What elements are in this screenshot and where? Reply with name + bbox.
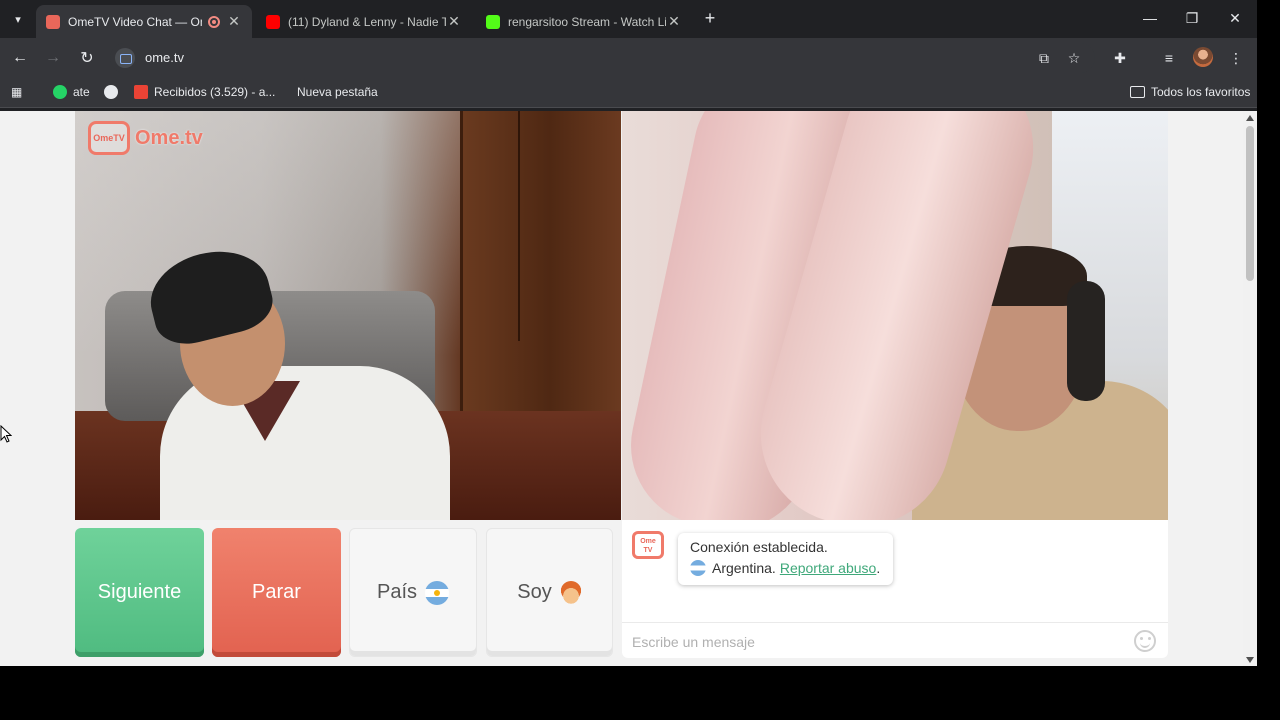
tab-ometv[interactable]: OmeTV Video Chat — Ome ✕ bbox=[36, 5, 252, 38]
tab-title: OmeTV Video Chat — Ome bbox=[68, 14, 202, 29]
scroll-up-arrow-icon[interactable] bbox=[1246, 115, 1254, 121]
all-bookmarks[interactable]: Todos los favoritos bbox=[1130, 85, 1250, 99]
wardrobe bbox=[460, 111, 621, 411]
logo-badge-line2: TV bbox=[113, 133, 125, 143]
toolbar: ← → ↻ ome.tv ⧉ ☆ ✚ ≡ ⋮ bbox=[0, 38, 1257, 78]
headset bbox=[1067, 281, 1105, 401]
emoji-icon[interactable] bbox=[1134, 630, 1156, 652]
ometv-logo: Ome TV Ome.tv bbox=[88, 121, 203, 155]
youtube-favicon-icon bbox=[266, 14, 280, 29]
bookmark-label: Recibidos (3.529) - a... bbox=[154, 85, 276, 99]
gender-button-label: Soy bbox=[517, 581, 552, 603]
menu-kebab-icon[interactable]: ⋮ bbox=[1224, 46, 1248, 70]
close-tab-icon[interactable]: ✕ bbox=[666, 13, 682, 30]
kick-favicon-icon bbox=[486, 14, 500, 29]
system-message: Conexión establecida. Argentina. Reporta… bbox=[678, 533, 893, 585]
ometv-avatar-icon: Ome TV bbox=[632, 531, 664, 559]
close-window-icon[interactable]: ✕ bbox=[1214, 0, 1256, 36]
gender-button[interactable]: Soy bbox=[486, 528, 613, 657]
address-bar[interactable]: ome.tv bbox=[110, 43, 1095, 73]
boy-emoji-icon bbox=[559, 580, 582, 605]
logo-wordmark: Ome.tv bbox=[135, 126, 203, 149]
bookmarks-bar: ▦ ate Recibidos (3.529) - a... Nueva pes… bbox=[0, 78, 1257, 108]
stop-button-label: Parar bbox=[252, 581, 301, 603]
stop-button[interactable]: Parar bbox=[212, 528, 341, 657]
country-button-label: País bbox=[376, 581, 418, 603]
bookmark-label: Nueva pestaña bbox=[297, 85, 378, 99]
country-button[interactable]: País bbox=[349, 528, 477, 657]
ometv-logo-icon: Ome TV bbox=[88, 121, 130, 155]
tab-title: rengarsitoo Stream - Watch Live bbox=[508, 14, 666, 29]
bookmark-gmail[interactable]: Recibidos (3.529) - a... bbox=[134, 85, 275, 99]
bookmark-label: ate bbox=[73, 85, 90, 99]
tab-search-chevron-icon[interactable]: ▾ bbox=[6, 7, 30, 31]
argentina-flag-icon bbox=[425, 580, 450, 605]
ometv-favicon-icon bbox=[46, 14, 60, 29]
bookmark-star-icon[interactable]: ☆ bbox=[1062, 46, 1086, 70]
chat-panel: Ome TV Conexión establecida. Argentina. … bbox=[622, 520, 1168, 658]
forward-icon[interactable]: → bbox=[41, 46, 65, 70]
whatsapp-icon bbox=[53, 85, 67, 99]
close-tab-icon[interactable]: ✕ bbox=[226, 13, 242, 30]
gmail-icon bbox=[134, 85, 148, 99]
country-name: Argentina. bbox=[712, 560, 776, 576]
folder-icon bbox=[1130, 86, 1145, 98]
restore-icon[interactable]: ❐ bbox=[1171, 0, 1213, 36]
scroll-down-arrow-icon[interactable] bbox=[1246, 657, 1254, 663]
local-video bbox=[75, 111, 621, 520]
avatar-badge-line2: TV bbox=[643, 547, 653, 554]
avatar-badge-line1: Ome bbox=[640, 538, 656, 545]
message-input[interactable] bbox=[632, 631, 1112, 653]
remote-video bbox=[622, 111, 1168, 520]
extensions-icon[interactable]: ✚ bbox=[1108, 46, 1132, 70]
tab-kick[interactable]: rengarsitoo Stream - Watch Live ✕ bbox=[476, 5, 692, 38]
next-button[interactable]: Siguiente bbox=[75, 528, 204, 657]
new-tab-icon[interactable]: + bbox=[699, 8, 721, 30]
page-content: Ome TV Ome.tv Siguiente Parar País Soy O… bbox=[0, 111, 1243, 666]
tab-strip: ▾ OmeTV Video Chat — Ome ✕ (11) Dyland &… bbox=[0, 0, 1257, 38]
apps-grid-icon[interactable]: ▦ bbox=[11, 85, 22, 99]
back-icon[interactable]: ← bbox=[8, 46, 32, 70]
tab-youtube[interactable]: (11) Dyland & Lenny - Nadie Te ✕ bbox=[256, 5, 472, 38]
recording-icon bbox=[208, 15, 220, 28]
argentina-flag-icon bbox=[690, 560, 706, 576]
report-abuse-link[interactable]: Reportar abuso bbox=[780, 560, 877, 576]
close-tab-icon[interactable]: ✕ bbox=[446, 13, 462, 30]
next-button-label: Siguiente bbox=[97, 581, 182, 603]
reload-icon[interactable]: ↻ bbox=[75, 46, 99, 70]
bookmark-new-tab[interactable]: Nueva pestaña bbox=[297, 85, 378, 99]
scrollbar-thumb[interactable] bbox=[1246, 126, 1254, 281]
url-text[interactable]: ome.tv bbox=[145, 50, 184, 65]
connection-status: Conexión establecida. bbox=[690, 539, 828, 555]
site-info-icon[interactable] bbox=[115, 48, 135, 68]
chatgpt-icon bbox=[104, 85, 118, 99]
browser-window: ▾ OmeTV Video Chat — Ome ✕ (11) Dyland &… bbox=[0, 0, 1257, 666]
minimize-icon[interactable]: — bbox=[1129, 0, 1171, 36]
all-bookmarks-label: Todos los favoritos bbox=[1151, 85, 1251, 99]
report-suffix: . bbox=[876, 560, 881, 576]
message-input-row bbox=[622, 622, 1168, 658]
bookmark-chatgpt[interactable] bbox=[104, 85, 124, 99]
profile-avatar[interactable] bbox=[1193, 47, 1213, 67]
mouse-cursor-icon bbox=[0, 424, 13, 448]
message-country-line: Argentina. Reportar abuso . bbox=[690, 560, 893, 576]
install-app-icon[interactable]: ⧉ bbox=[1032, 46, 1056, 70]
tab-title: (11) Dyland & Lenny - Nadie Te bbox=[288, 14, 446, 29]
page-scrollbar[interactable] bbox=[1243, 111, 1257, 666]
bookmark-whatsapp[interactable]: ate bbox=[53, 85, 90, 99]
logo-badge-line1: Ome bbox=[93, 133, 114, 143]
media-controls-icon[interactable]: ≡ bbox=[1157, 46, 1181, 70]
